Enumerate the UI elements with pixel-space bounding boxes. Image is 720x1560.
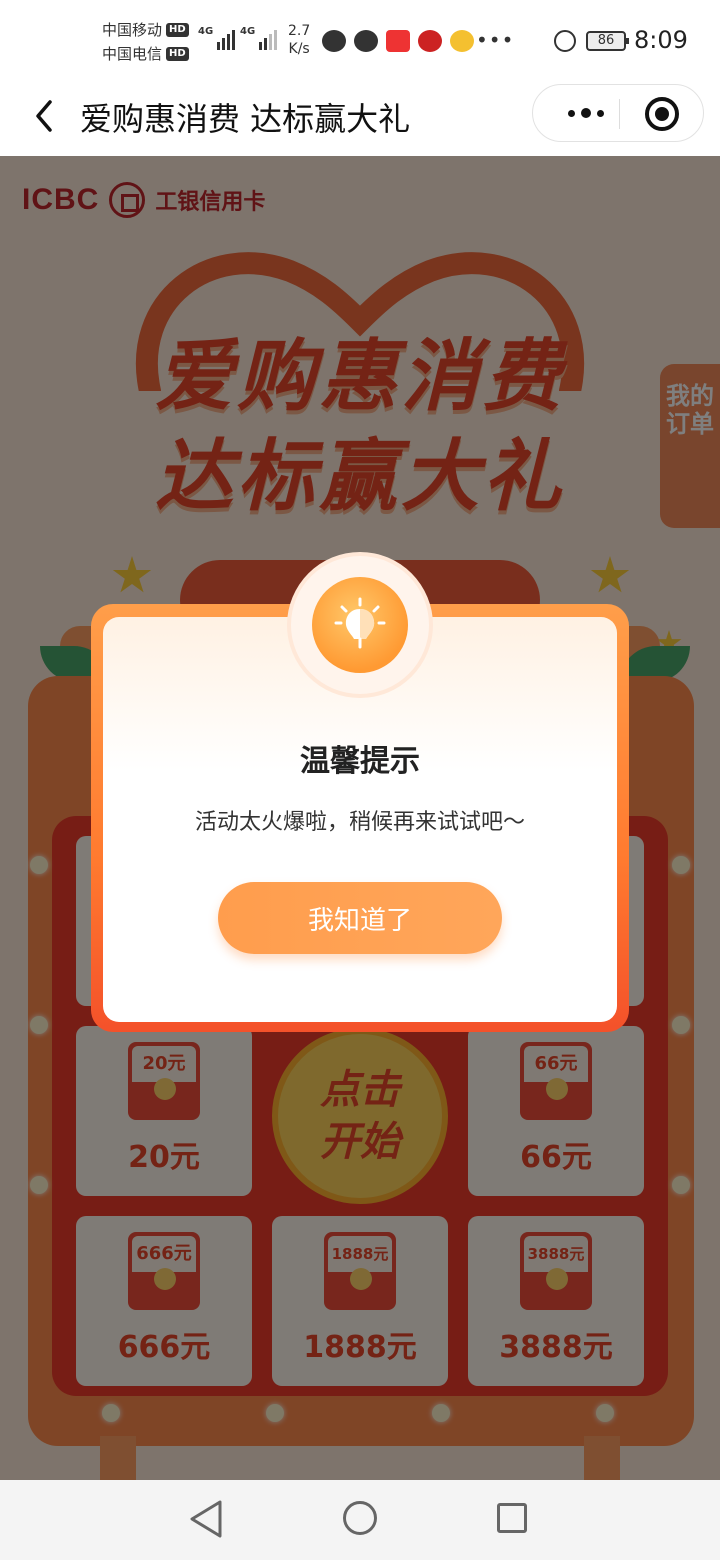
close-miniprogram-button[interactable] [645, 97, 679, 131]
lightbulb-icon [334, 597, 386, 649]
system-nav-bar [0, 1480, 720, 1560]
speed-value: 2.7 [288, 23, 311, 39]
carrier-1: 中国移动 [102, 21, 163, 39]
pay-app-icon [386, 30, 410, 52]
alarm-icon [554, 30, 576, 52]
dialog-confirm-button[interactable]: 我知道了 [218, 882, 502, 954]
network-type: 4G [240, 26, 256, 37]
capsule-divider [619, 99, 620, 129]
title-bar: 爱购惠消费 达标赢大礼 [0, 80, 720, 156]
chat-icon [322, 30, 346, 52]
nav-home-icon[interactable] [343, 1501, 377, 1535]
browser-icon [354, 30, 378, 52]
clock: 8:09 [634, 26, 688, 54]
dialog-message: 活动太火爆啦，稍候再来试试吧～ [194, 810, 525, 835]
battery-icon: 86 [586, 31, 629, 51]
miniprogram-capsule [532, 84, 704, 142]
notification-icons [322, 30, 474, 52]
back-button[interactable] [26, 96, 66, 136]
more-menu-button[interactable] [557, 93, 615, 133]
hd-badge: HD [166, 47, 189, 61]
status-bar: 中国移动 HD 中国电信 HD 4G 4G 2.7 K/s ••• 86 8:09 [0, 0, 720, 80]
network-type: 4G [198, 26, 214, 37]
signal-icon: 4G [198, 26, 236, 50]
nav-back-icon[interactable] [186, 1498, 226, 1540]
dialog-title: 温馨提示 [300, 744, 420, 779]
carrier-info: 中国移动 HD 中国电信 HD [102, 18, 189, 66]
carrier-2: 中国电信 [102, 45, 163, 63]
more-notifications-icon: ••• [476, 28, 515, 52]
bank-app-icon [418, 30, 442, 52]
signal-icon: 4G [240, 26, 278, 50]
page-title: 爱购惠消费 达标赢大礼 [80, 100, 411, 138]
chevron-left-icon [36, 100, 52, 132]
network-speed: 2.7 K/s [288, 22, 310, 58]
nav-recents-icon[interactable] [497, 1503, 527, 1533]
hd-badge: HD [166, 23, 189, 37]
game-app-icon [450, 30, 474, 52]
speed-unit: K/s [288, 41, 310, 57]
